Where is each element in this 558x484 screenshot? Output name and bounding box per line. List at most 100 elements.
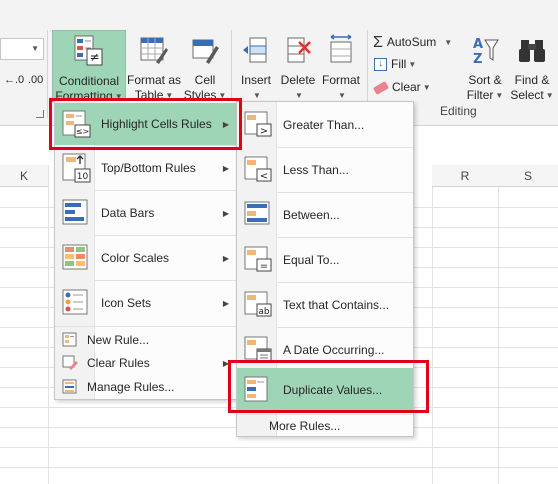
find-select-label-1: Find & xyxy=(514,73,550,87)
cell-styles-label-1: Cell xyxy=(194,73,216,87)
sigma-icon: Σ xyxy=(373,33,383,51)
cell-styles-button[interactable]: Cell Styles ▼ xyxy=(182,30,228,102)
menu-separator xyxy=(95,235,237,236)
between-icon xyxy=(244,201,270,225)
format-cells-icon xyxy=(330,34,352,63)
menu-item-new-rule[interactable]: New Rule... xyxy=(55,328,237,351)
chevron-down-icon: ▼ xyxy=(495,91,504,101)
conditional-formatting-button[interactable]: ≠ Conditional Formatting ▼ xyxy=(52,30,126,103)
callout-highlight-cells-rules xyxy=(49,98,242,150)
number-format-dropdown[interactable]: ▼ xyxy=(0,38,44,60)
decrease-decimal-label: .00 xyxy=(28,74,44,86)
group-separator xyxy=(47,30,48,118)
menu-item-less-than[interactable]: < Less Than... xyxy=(237,149,413,191)
menu-separator xyxy=(277,237,413,238)
chevron-down-icon: ▼ xyxy=(31,44,39,53)
menu-item-color-scales[interactable]: Color Scales ▶ xyxy=(55,237,237,279)
column-header-s[interactable]: S xyxy=(498,165,558,187)
menu-item-label: Greater Than... xyxy=(283,118,365,132)
autosum-label: AutoSum xyxy=(386,35,437,49)
column-header-label: K xyxy=(19,169,28,183)
chevron-down-icon: ▼ xyxy=(422,82,431,92)
format-as-table-icon xyxy=(140,37,168,64)
chevron-right-icon: ▶ xyxy=(222,298,229,308)
equal-to-icon: = xyxy=(244,246,272,272)
menu-item-clear-rules[interactable]: Clear Rules ▶ xyxy=(55,351,237,375)
menu-item-label: A Date Occurring... xyxy=(283,343,385,357)
menu-item-label: More Rules... xyxy=(269,418,341,433)
svg-text:=: = xyxy=(260,261,268,272)
menu-item-label: Equal To... xyxy=(283,253,340,267)
format-cells-button[interactable]: Format ▼ xyxy=(318,30,364,102)
insert-label: Insert xyxy=(240,73,271,87)
dialog-launcher-icon[interactable] xyxy=(36,110,44,118)
grid-line xyxy=(432,165,433,484)
svg-text:>: > xyxy=(260,126,268,137)
fill-button[interactable]: ↓ Fill ▼ xyxy=(374,54,416,74)
chevron-down-icon: ▼ xyxy=(444,37,453,47)
menu-item-greater-than[interactable]: > Greater Than... xyxy=(237,104,413,146)
color-scales-icon xyxy=(62,244,88,270)
chevron-down-icon: ▼ xyxy=(295,91,303,101)
eraser-icon xyxy=(372,80,390,95)
chevron-right-icon: ▶ xyxy=(222,208,229,218)
column-header-r[interactable]: R xyxy=(432,165,498,187)
top-bottom-rules-icon: 10 xyxy=(62,153,91,183)
menu-item-label: Text that Contains... xyxy=(283,298,390,312)
grid-line xyxy=(48,165,49,484)
sort-filter-button[interactable]: A Z Sort & Filter ▼ xyxy=(462,30,508,102)
delete-cells-icon xyxy=(287,37,311,63)
column-header-label: R xyxy=(460,169,470,183)
menu-separator xyxy=(55,326,237,327)
delete-cells-button[interactable]: Delete ▼ xyxy=(278,30,318,102)
svg-text:<: < xyxy=(260,171,268,182)
greater-than-icon: > xyxy=(244,111,272,137)
chevron-right-icon: ▶ xyxy=(222,253,229,263)
menu-item-label: Less Than... xyxy=(283,163,349,177)
grid-line xyxy=(0,467,558,468)
chevron-right-icon: ▶ xyxy=(222,163,229,173)
menu-separator xyxy=(277,327,413,328)
manage-rules-icon xyxy=(62,379,77,394)
menu-item-label: Clear Rules xyxy=(87,356,150,370)
autosum-button[interactable]: Σ AutoSum ▼ xyxy=(373,32,452,52)
menu-item-top-bottom-rules[interactable]: 10 Top/Bottom Rules ▶ xyxy=(55,147,237,189)
menu-item-icon-sets[interactable]: Icon Sets ▶ xyxy=(55,282,237,324)
find-select-button[interactable]: Find & Select ▼ xyxy=(508,30,556,102)
column-header-label: S xyxy=(523,169,532,183)
menu-item-text-that-contains[interactable]: ab Text that Contains... xyxy=(237,284,413,326)
menu-item-more-rules[interactable]: More Rules... xyxy=(237,415,413,436)
sort-filter-icon: A Z xyxy=(473,37,499,67)
fill-label: Fill xyxy=(391,57,407,71)
chevron-down-icon: ▼ xyxy=(338,91,346,101)
menu-separator xyxy=(277,192,413,193)
format-as-table-button[interactable]: Format as Table ▼ xyxy=(126,30,182,102)
insert-cells-button[interactable]: Insert ▼ xyxy=(234,30,278,102)
data-bars-icon xyxy=(62,199,88,225)
delete-label: Delete xyxy=(280,73,316,87)
column-header-k[interactable]: K xyxy=(0,165,48,187)
grid-line xyxy=(0,447,558,448)
menu-separator xyxy=(277,147,413,148)
menu-item-data-bars[interactable]: Data Bars ▶ xyxy=(55,192,237,234)
svg-text:≠: ≠ xyxy=(89,50,99,64)
increase-decimal-label: ←.0 xyxy=(4,74,25,86)
menu-item-between[interactable]: Between... xyxy=(237,194,413,236)
increase-decimal-button[interactable]: ←.0 xyxy=(4,70,24,90)
svg-text:Z: Z xyxy=(473,52,482,66)
decrease-decimal-button[interactable]: .00 xyxy=(28,70,43,90)
menu-separator xyxy=(95,280,237,281)
clear-rules-icon xyxy=(62,355,78,370)
menu-item-equal-to[interactable]: = Equal To... xyxy=(237,239,413,281)
svg-text:ab: ab xyxy=(258,307,270,317)
chevron-down-icon: ▼ xyxy=(545,91,554,101)
menu-item-manage-rules[interactable]: Manage Rules... xyxy=(55,375,237,399)
clear-button[interactable]: Clear ▼ xyxy=(372,77,431,97)
sort-filter-label-1: Sort & xyxy=(468,73,502,87)
svg-text:10: 10 xyxy=(77,172,89,182)
chevron-down-icon: ▼ xyxy=(253,91,261,101)
clear-label: Clear xyxy=(392,80,421,94)
conditional-formatting-label-1: Conditional xyxy=(58,74,120,88)
menu-item-label: Data Bars xyxy=(101,206,155,220)
binoculars-icon xyxy=(519,40,545,62)
